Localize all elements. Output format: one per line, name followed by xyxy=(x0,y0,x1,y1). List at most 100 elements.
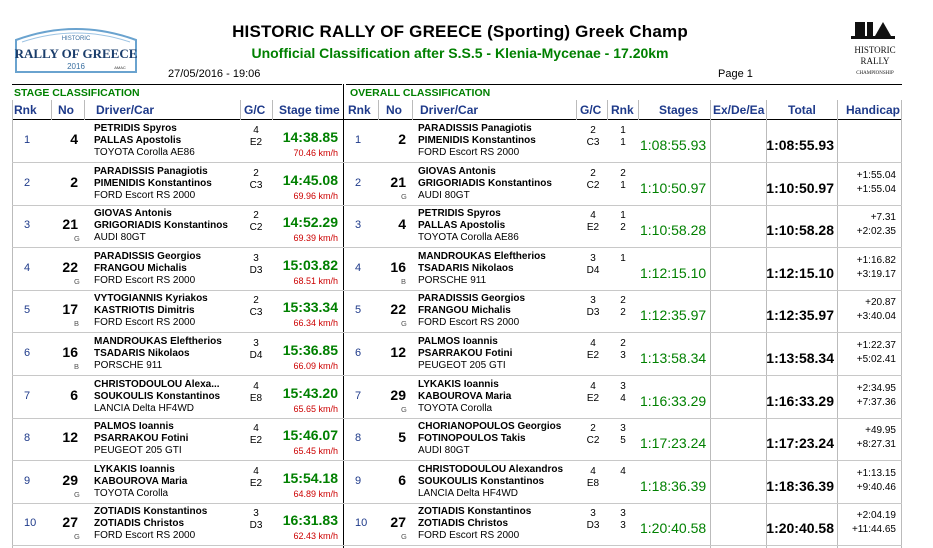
fia-line2: RALLY xyxy=(860,56,890,66)
logo-tag-text: AMAC xyxy=(114,65,126,70)
stage-codriver: KABOUROVA Maria xyxy=(94,476,188,487)
overall-class-rank: 1 xyxy=(620,137,626,148)
handicap-gap-prev: +49.95 xyxy=(865,425,896,436)
stage-time: 15:43.20 xyxy=(282,385,338,401)
overall-codriver: PSARRAKOU Fotini xyxy=(418,348,513,359)
overall-stages-time: 1:12:35.97 xyxy=(640,307,707,323)
handicap-gap-prev: +2:04.19 xyxy=(856,510,896,521)
col-sep xyxy=(240,100,241,120)
overall-class-rank: 4 xyxy=(620,393,626,404)
overall-codriver: SOUKOULIS Konstantinos xyxy=(418,476,545,487)
stage-class-mark: G xyxy=(74,234,80,243)
stage-codriver: PSARRAKOU Fotini xyxy=(94,433,189,444)
col-header-overall-no: No xyxy=(386,103,402,117)
stage-rank: 5 xyxy=(24,304,31,316)
stage-car-model: TOYOTA Corolla AE86 xyxy=(94,147,195,158)
overall-total-time: 1:10:50.97 xyxy=(766,180,834,196)
overall-car-number: 21 xyxy=(390,174,406,190)
col-header-overall-driver: Driver/Car xyxy=(420,103,479,117)
stage-codriver: ZOTIADIS Christos xyxy=(94,518,185,529)
stage-codriver: PIMENIDIS Konstantinos xyxy=(94,178,212,189)
overall-group-rank: 3 xyxy=(620,381,626,392)
stage-speed: 68.51 km/h xyxy=(293,276,338,286)
col-header-stage-rnk: Rnk xyxy=(14,103,37,117)
handicap-gap-prev: +1:22.37 xyxy=(856,340,896,351)
overall-codriver: PALLAS Apostolis xyxy=(418,220,506,231)
overall-driver: CHORIANOPOULOS Georgios xyxy=(418,421,562,432)
overall-class: D4 xyxy=(586,265,600,276)
overall-class: E2 xyxy=(586,222,600,233)
overall-group: 4 xyxy=(590,466,596,477)
stage-class: D3 xyxy=(249,520,263,531)
stage-class: E2 xyxy=(249,478,263,489)
handicap-gap-leader: +1:55.04 xyxy=(856,184,896,195)
stage-class-mark: G xyxy=(74,532,80,541)
overall-car-model: PORSCHE 911 xyxy=(418,275,487,286)
col-header-overall-rnk2: Rnk xyxy=(611,103,634,117)
table-row: 2 2 PARADISSIS Panagiotis PIMENIDIS Konstan… xyxy=(0,163,933,206)
overall-driver: PARADISSIS Georgios xyxy=(418,293,526,304)
stage-codriver: FRANGOU Michalis xyxy=(94,263,187,274)
stage-driver: PALMOS Ioannis xyxy=(94,421,174,432)
stage-speed: 65.65 km/h xyxy=(293,404,338,414)
overall-driver: PALMOS Ioannis xyxy=(418,336,498,347)
overall-class-rank: 1 xyxy=(620,180,626,191)
stage-rank: 9 xyxy=(24,475,31,487)
overall-class: C2 xyxy=(586,180,600,191)
overall-class-mark: B xyxy=(401,277,407,286)
stage-rank: 6 xyxy=(24,347,31,359)
stage-time: 15:03.82 xyxy=(282,257,338,273)
stage-class: E2 xyxy=(249,137,263,148)
stage-car-number: 4 xyxy=(70,131,78,147)
overall-driver: ZOTIADIS Konstantinos xyxy=(418,506,532,517)
overall-driver: MANDROUKAS Eleftherios xyxy=(418,251,546,262)
stage-driver: MANDROUKAS Eleftherios xyxy=(94,336,222,347)
col-sep xyxy=(378,100,379,120)
table-row: 6 16 B MANDROUKAS Eleftherios TSADARIS Nikol… xyxy=(0,333,933,376)
handicap-gap-leader: +8:27.31 xyxy=(856,439,896,450)
col-header-stage-driver: Driver/Car xyxy=(96,103,155,117)
stage-group: 3 xyxy=(253,508,259,519)
stage-car-model: TOYOTA Corolla xyxy=(94,488,169,499)
row-divider xyxy=(12,545,902,546)
table-row: 3 21 G GIOVAS Antonis GRIGORIADIS Konstantin… xyxy=(0,205,933,248)
stage-rank: 2 xyxy=(24,177,31,189)
handicap-gap-prev: +1:55.04 xyxy=(856,170,896,181)
overall-class: C3 xyxy=(586,137,600,148)
overall-car-number: 22 xyxy=(390,301,406,317)
stage-class: C3 xyxy=(249,307,263,318)
overall-rank: 1 xyxy=(355,134,362,146)
report-datetime: 27/05/2016 - 19:06 xyxy=(168,68,261,80)
stage-class-mark: G xyxy=(74,490,80,499)
overall-group: 2 xyxy=(590,125,596,136)
table-row: 4 22 G PARADISSIS Georgios FRANGOU Michalis F… xyxy=(0,248,933,291)
overall-codriver: PIMENIDIS Konstantinos xyxy=(418,135,536,146)
overall-total-time: 1:08:55.93 xyxy=(766,137,834,153)
overall-group-rank: 1 xyxy=(620,253,626,264)
col-sep xyxy=(607,100,608,120)
overall-driver: PETRIDIS Spyros xyxy=(418,208,501,219)
stage-rank: 10 xyxy=(24,517,37,529)
overall-codriver: GRIGORIADIS Konstantinos xyxy=(418,178,552,189)
overall-class-rank: 5 xyxy=(620,435,626,446)
overall-class: E8 xyxy=(586,478,600,489)
overall-driver: LYKAKIS Ioannis xyxy=(418,379,499,390)
overall-driver: CHRISTODOULOU Alexandros xyxy=(418,464,564,475)
overall-group: 3 xyxy=(590,253,596,264)
overall-class-rank: 2 xyxy=(620,222,626,233)
overall-total-time: 1:12:35.97 xyxy=(766,307,834,323)
stage-car-model: AUDI 80GT xyxy=(94,232,146,243)
stage-group: 2 xyxy=(253,168,259,179)
handicap-gap-leader: +2:02.35 xyxy=(856,226,896,237)
table-row: 9 29 G LYKAKIS Ioannis KABOUROVA Maria TOYOTA… xyxy=(0,461,933,504)
stage-time: 14:52.29 xyxy=(282,214,338,230)
overall-stages-time: 1:10:58.28 xyxy=(640,222,707,238)
overall-stages-time: 1:13:58.34 xyxy=(640,350,707,366)
col-sep xyxy=(272,100,273,120)
stage-time: 15:36.85 xyxy=(282,342,338,358)
table-row: 7 6 CHRISTODOULOU Alexa... SOUKOULIS Konsta… xyxy=(0,376,933,419)
overall-total-time: 1:17:23.24 xyxy=(766,435,834,451)
overall-codriver: ZOTIADIS Christos xyxy=(418,518,509,529)
overall-section-title: OVERALL CLASSIFICATION xyxy=(350,87,491,99)
overall-class-mark: G xyxy=(401,192,407,201)
